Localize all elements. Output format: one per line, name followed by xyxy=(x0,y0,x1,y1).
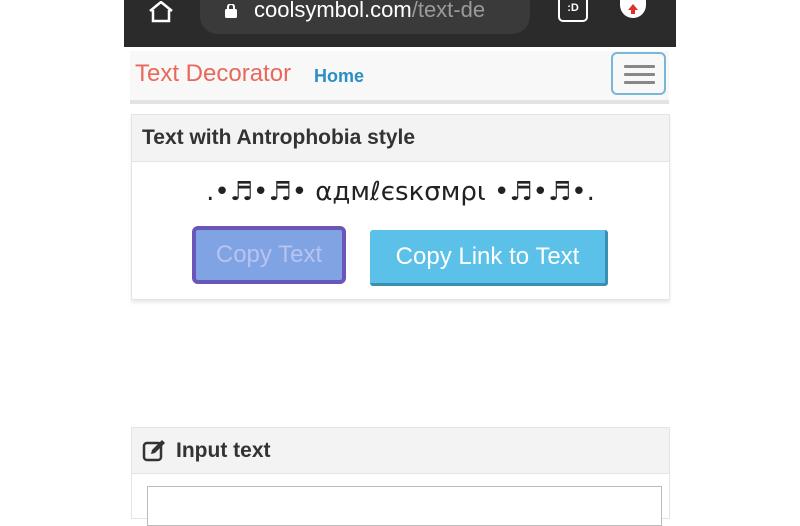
url-path: /text-de xyxy=(411,0,486,22)
hamburger-icon[interactable] xyxy=(611,52,666,95)
site-navbar: Text Decorator Home xyxy=(130,51,669,104)
input-textarea[interactable] xyxy=(147,486,662,526)
lock-icon xyxy=(225,4,237,18)
brand-link[interactable]: Text Decorator xyxy=(135,60,291,88)
input-panel-header: Input text xyxy=(132,428,669,474)
edit-icon xyxy=(142,439,165,461)
styled-text-output: .•♬•♬• αдмℓєѕкσмρι •♬•♬•. xyxy=(206,177,595,207)
home-link[interactable]: Home xyxy=(314,66,364,87)
url-text: coolsymbol.com/text-de xyxy=(254,0,485,23)
panel-title: Text with Antrophobia style xyxy=(132,115,669,162)
arrow-up-icon[interactable] xyxy=(620,0,646,18)
style-panel: Text with Antrophobia style .•♬•♬• αдмℓє… xyxy=(131,114,670,300)
copy-link-button[interactable]: Copy Link to Text xyxy=(370,230,608,286)
input-panel-title: Input text xyxy=(176,438,271,462)
copy-text-button[interactable]: Copy Text xyxy=(192,226,346,284)
address-bar[interactable]: coolsymbol.com/text-de xyxy=(200,0,530,34)
browser-toolbar: coolsymbol.com/text-de :D xyxy=(124,0,676,47)
input-panel: Input text xyxy=(131,427,670,526)
url-domain: coolsymbol.com xyxy=(254,0,412,22)
tabs-button[interactable]: :D xyxy=(558,0,588,22)
home-icon[interactable] xyxy=(146,0,176,24)
